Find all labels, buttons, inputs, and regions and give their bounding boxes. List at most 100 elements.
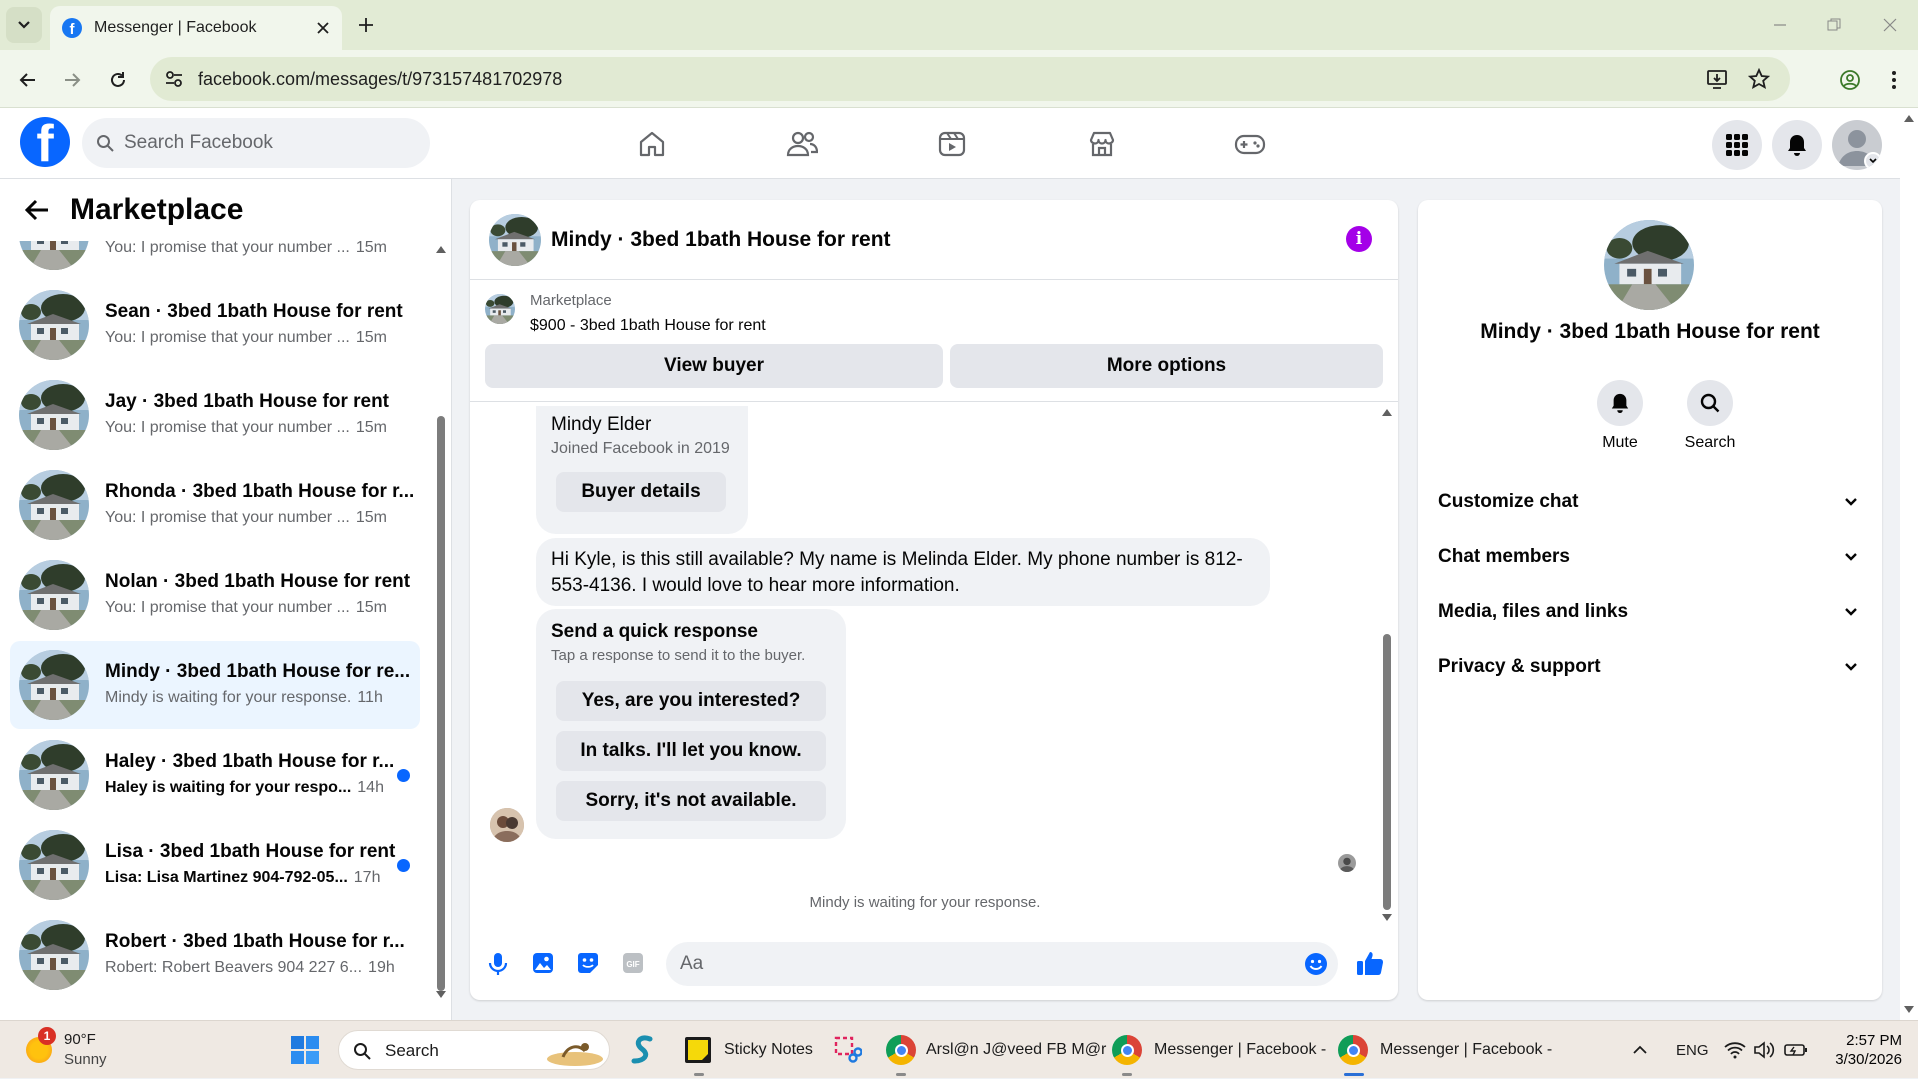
section-privacy-support[interactable]: Privacy & support (1438, 645, 1858, 689)
section-media-files-links[interactable]: Media, files and links (1438, 590, 1858, 634)
view-buyer-button[interactable]: View buyer (485, 344, 943, 388)
system-tray[interactable] (1724, 1021, 1808, 1079)
site-settings-icon[interactable] (164, 69, 184, 89)
conversation-item[interactable]: Sean · 3bed 1bath House for rent You: I p… (10, 281, 420, 369)
scroll-up-icon[interactable] (1904, 114, 1914, 122)
restore-button[interactable] (1820, 12, 1848, 38)
taskbar-app-snipping-tool[interactable] (834, 1021, 862, 1079)
quick-response-not-available[interactable]: Sorry, it's not available. (556, 781, 826, 821)
emoji-icon[interactable] (1304, 952, 1328, 976)
minimize-button[interactable] (1766, 12, 1794, 38)
show-hidden-icons-button[interactable] (1632, 1021, 1648, 1079)
taskbar-app-chrome-1[interactable]: Arsl@n J@veed FB M@r (886, 1021, 1106, 1079)
scroll-thumb[interactable] (437, 416, 445, 991)
conversation-item[interactable]: Rhonda · 3bed 1bath House for r... You: I… (10, 461, 420, 549)
scroll-down-icon[interactable] (1382, 914, 1392, 922)
friends-icon (786, 131, 818, 157)
reload-button[interactable] (102, 64, 134, 96)
browser-menu-button[interactable] (1878, 64, 1910, 96)
profile-button[interactable] (1834, 64, 1866, 96)
scroll-down-icon[interactable] (1904, 1006, 1914, 1014)
chat-avatar[interactable] (489, 214, 541, 266)
chevron-down-icon (1845, 498, 1857, 506)
section-chat-members[interactable]: Chat members (1438, 535, 1858, 579)
video-icon (938, 131, 966, 157)
nav-marketplace[interactable] (1082, 124, 1122, 164)
close-tab-icon[interactable] (316, 21, 330, 35)
conversation-item[interactable]: Lisa · 3bed 1bath House for rent Lisa: Li… (10, 821, 420, 909)
listing-title[interactable]: $900 - 3bed 1bath House for rent (530, 317, 766, 335)
forward-button[interactable] (56, 64, 88, 96)
install-app-icon[interactable] (1706, 68, 1728, 90)
conversation-preview: Lisa: Lisa Martinez 904-792-05... 17h (105, 869, 380, 887)
quick-response-title: Send a quick response (551, 621, 758, 642)
microphone-icon[interactable] (487, 952, 509, 976)
new-tab-button[interactable] (352, 11, 380, 39)
nav-friends[interactable] (782, 124, 822, 164)
taskbar-app-chrome-2[interactable]: Messenger | Facebook - (1112, 1021, 1326, 1079)
start-button[interactable] (290, 1021, 320, 1079)
taskbar-app-scrivener[interactable] (630, 1021, 656, 1079)
chat-scrollbar[interactable] (1380, 408, 1394, 923)
nav-home[interactable] (632, 124, 672, 164)
language-indicator[interactable]: ENG (1676, 1021, 1709, 1079)
bookmark-star-icon[interactable] (1748, 68, 1770, 90)
menu-button[interactable] (1712, 120, 1762, 170)
conversation-item[interactable]: Robert · 3bed 1bath House for r... Robert… (10, 911, 420, 999)
message-input[interactable]: Aa (666, 942, 1338, 986)
conversation-item[interactable]: Haley · 3bed 1bath House for r... Haley i… (10, 731, 420, 819)
details-avatar[interactable] (1604, 220, 1694, 310)
buyer-details-button[interactable]: Buyer details (556, 472, 726, 512)
account-avatar[interactable] (1832, 120, 1882, 170)
tab-search-button[interactable] (6, 7, 42, 43)
thumbs-up-icon[interactable] (1356, 950, 1384, 976)
conversation-item[interactable]: Mindy · 3bed 1bath House for re... Mindy … (10, 641, 420, 729)
info-icon[interactable]: i (1346, 226, 1372, 252)
sticker-icon[interactable] (577, 952, 599, 974)
image-icon[interactable] (532, 952, 554, 974)
scroll-up-icon[interactable] (1382, 408, 1392, 416)
notifications-button[interactable] (1772, 120, 1822, 170)
back-arrow-icon[interactable] (24, 198, 50, 222)
conversation-preview: You: I promise that your number ... 15m (105, 509, 387, 527)
conversation-avatar (19, 470, 89, 540)
browser-tab[interactable]: f Messenger | Facebook (50, 6, 342, 50)
search-action[interactable]: Search (1665, 380, 1755, 452)
mute-action[interactable]: Mute (1575, 380, 1665, 452)
taskbar-app-chrome-3[interactable]: Messenger | Facebook - (1338, 1021, 1552, 1079)
more-options-button[interactable]: More options (950, 344, 1383, 388)
back-button[interactable] (12, 64, 44, 96)
active-indicator (1344, 1073, 1364, 1076)
chrome-icon (1112, 1035, 1142, 1065)
quick-response-yes[interactable]: Yes, are you interested? (556, 681, 826, 721)
chevron-down-icon (1845, 608, 1857, 616)
scroll-thumb[interactable] (1383, 634, 1391, 910)
facebook-logo-icon[interactable]: f (20, 117, 70, 167)
taskbar-search[interactable]: Search (338, 1030, 610, 1070)
gif-icon[interactable]: GIF (622, 952, 644, 974)
facebook-search-input[interactable]: Search Facebook (82, 118, 430, 168)
page-scrollbar[interactable] (1900, 108, 1918, 1020)
marketplace-icon (1089, 131, 1115, 157)
buyer-name: Mindy Elder (551, 414, 652, 435)
close-window-button[interactable] (1876, 12, 1904, 38)
chat-title[interactable]: Mindy · 3bed 1bath House for rent (551, 228, 891, 252)
clock[interactable]: 2:57 PM 3/30/2026 (1826, 1031, 1902, 1069)
section-customize-chat[interactable]: Customize chat (1438, 480, 1858, 524)
conversation-item[interactable]: Jay · 3bed 1bath House for rent You: I pr… (10, 371, 420, 459)
nav-video[interactable] (932, 124, 972, 164)
quick-response-in-talks[interactable]: In talks. I'll let you know. (556, 731, 826, 771)
taskbar-app-sticky-notes[interactable]: Sticky Notes (684, 1021, 813, 1079)
conversation-item[interactable]: Nolan · 3bed 1bath House for rent You: I … (10, 551, 420, 639)
nav-gaming[interactable] (1230, 124, 1270, 164)
scroll-down-icon[interactable] (436, 991, 446, 999)
conversation-list-scrollbar[interactable] (434, 241, 448, 1001)
listing-thumbnail[interactable] (485, 294, 515, 324)
conversation-preview: You: I promise that your number ... 15m (105, 599, 387, 617)
sender-avatar[interactable] (490, 808, 524, 842)
running-indicator (1122, 1073, 1132, 1076)
weather-widget[interactable]: 1 90°F Sunny (24, 1021, 107, 1079)
scroll-up-icon[interactable] (436, 245, 446, 253)
address-bar[interactable]: facebook.com/messages/t/973157481702978 (150, 57, 1790, 101)
marketplace-listing-bar: Marketplace $900 - 3bed 1bath House for … (470, 280, 1398, 402)
